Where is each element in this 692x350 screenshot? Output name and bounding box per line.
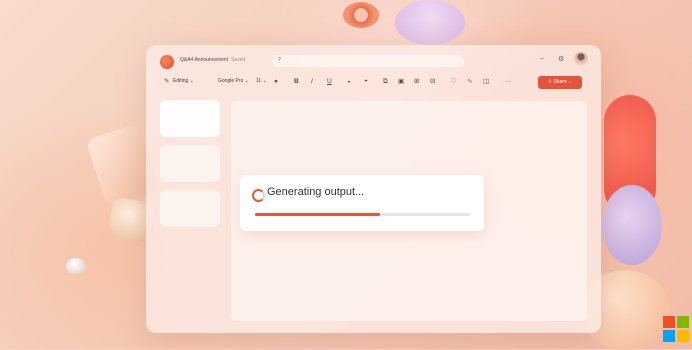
font-size-select[interactable]: 11 ⌄: [256, 78, 267, 84]
more-options-icon[interactable]: ···: [505, 77, 512, 87]
editing-mode-button[interactable]: Editing ⌄: [173, 78, 194, 84]
italic-icon[interactable]: I: [311, 77, 313, 87]
generating-message: Generating output...: [267, 186, 365, 198]
font-name: Google Pro: [218, 78, 244, 84]
title-bar: Q&A4 Announcement Saved ⌕ – ⚙: [146, 45, 601, 75]
chevron-down-icon: ⌄: [262, 78, 267, 84]
shading-icon[interactable]: ◓: [364, 77, 368, 87]
app-logo-icon[interactable]: [160, 55, 174, 69]
logo-square-yellow: [677, 330, 689, 342]
logo-square-blue: [663, 330, 675, 342]
minimize-icon[interactable]: –: [540, 55, 544, 62]
progress-bar-fill: [255, 213, 380, 216]
decor-ring: [343, 2, 379, 28]
progress-bar: [255, 213, 470, 216]
logo-square-green: [677, 316, 689, 328]
document-title[interactable]: Q&A4 Announcement Saved: [180, 57, 245, 63]
document-status: Saved: [231, 57, 246, 63]
link-icon[interactable]: ∿: [467, 77, 472, 87]
bold-icon[interactable]: B: [294, 77, 299, 87]
share-icon: ⇪: [547, 79, 552, 85]
image-icon[interactable]: ▣: [398, 77, 404, 87]
share-button[interactable]: ⇪ Share ⌄: [538, 76, 582, 89]
comment-icon[interactable]: ◫: [483, 77, 489, 87]
highlight-icon[interactable]: ◒: [347, 77, 351, 87]
search-icon: ⌕: [278, 56, 282, 62]
chevron-down-icon: ⌄: [244, 78, 249, 84]
document-title-text: Q&A4 Announcement: [180, 57, 229, 63]
text-color-icon[interactable]: ●: [274, 77, 278, 87]
decor-lilac-sphere: [602, 185, 662, 265]
page-thumbnail[interactable]: [160, 145, 220, 182]
decor-lilac-blob: [395, 0, 465, 45]
logo-square-red: [663, 316, 675, 328]
search-box[interactable]: ⌕: [272, 55, 464, 67]
loading-spinner-icon: [252, 189, 265, 202]
grid-icon[interactable]: ⊟: [430, 77, 435, 87]
font-family-select[interactable]: Google Pro ⌄: [218, 78, 249, 84]
chevron-down-icon: ⌄: [189, 78, 194, 84]
page-thumbnail[interactable]: [160, 190, 220, 227]
chevron-down-icon: ⌄: [568, 79, 573, 85]
table-icon[interactable]: ⊞: [414, 77, 419, 87]
generating-output-card: Generating output...: [240, 175, 484, 231]
underline-icon[interactable]: U: [327, 77, 332, 87]
pencil-icon: ✎: [164, 78, 170, 85]
copy-icon[interactable]: ⧉: [383, 77, 388, 87]
decor-pearl: [66, 258, 86, 274]
avatar[interactable]: [574, 52, 588, 66]
settings-icon[interactable]: ⚙: [558, 55, 564, 63]
font-size: 11: [256, 78, 262, 84]
lightbulb-icon[interactable]: ♡: [451, 77, 457, 87]
page-thumbnail[interactable]: [160, 100, 220, 137]
share-label: Share: [553, 79, 567, 85]
windows-logo-icon: [663, 316, 689, 342]
editing-label: Editing: [173, 78, 189, 84]
formatting-toolbar: ✎ Editing ⌄ Google Pro ⌄ 11 ⌄ ● B I U ◒ …: [158, 75, 588, 91]
